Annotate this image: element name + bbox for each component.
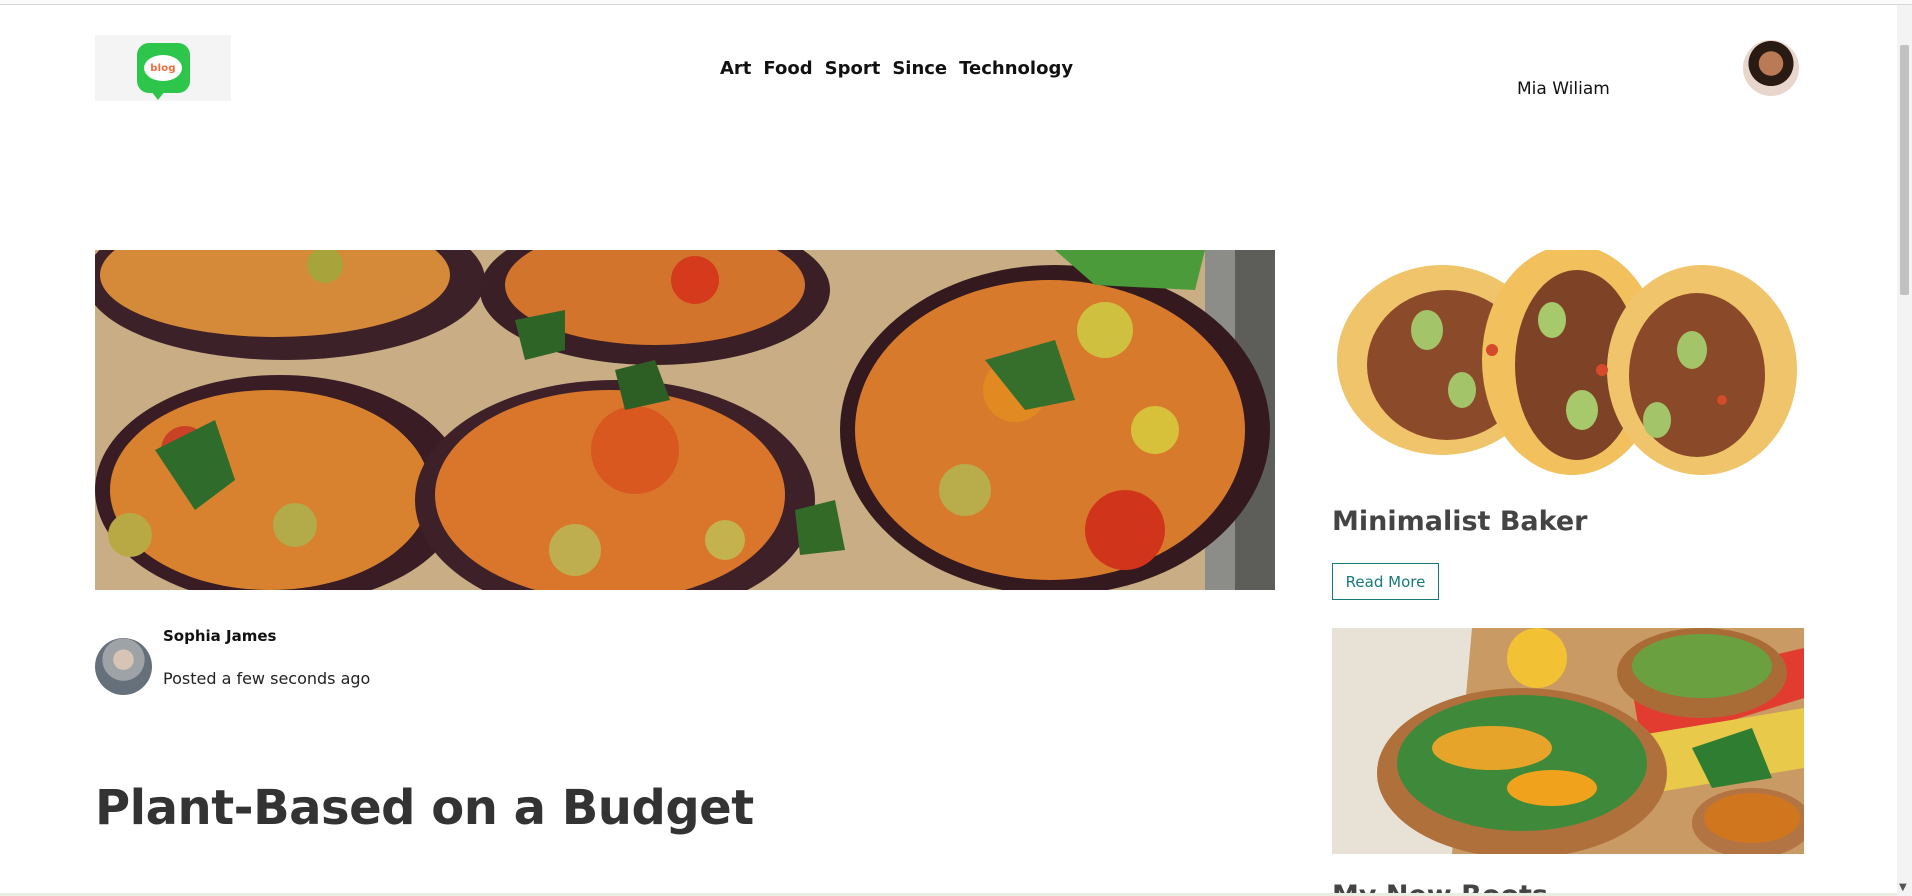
nav-item-since[interactable]: Since xyxy=(892,58,947,79)
author-name[interactable]: Sophia James xyxy=(163,627,276,645)
logo-text: blog xyxy=(144,55,182,81)
sidebar-card-image[interactable] xyxy=(1332,250,1804,476)
page-scrollbar[interactable]: ▼ xyxy=(1897,5,1912,896)
nav-item-food[interactable]: Food xyxy=(763,58,812,79)
eggplant-pizza-image xyxy=(95,250,1275,590)
sidebar-card-image-2[interactable] xyxy=(1332,628,1804,854)
tacos-image xyxy=(1332,250,1804,476)
scrollbar-thumb[interactable] xyxy=(1900,45,1909,295)
hero-image[interactable] xyxy=(95,250,1275,590)
sidebar-card-title[interactable]: Minimalist Baker xyxy=(1332,506,1588,537)
nav-item-sport[interactable]: Sport xyxy=(825,58,881,79)
author-avatar[interactable] xyxy=(95,638,152,695)
nav-item-technology[interactable]: Technology xyxy=(959,58,1073,79)
read-more-button[interactable]: Read More xyxy=(1332,563,1439,600)
post-title[interactable]: Plant-Based on a Budget xyxy=(95,780,754,836)
user-name[interactable]: Mia Wiliam xyxy=(1517,79,1610,99)
salad-bowl-image xyxy=(1332,628,1804,854)
post-timestamp: Posted a few seconds ago xyxy=(163,669,371,688)
browser-top-edge xyxy=(0,0,1912,5)
scroll-down-arrow-icon[interactable]: ▼ xyxy=(1899,882,1907,893)
nav-item-art[interactable]: Art xyxy=(720,58,751,79)
page: blog Art Food Sport Since Technology Mia… xyxy=(0,0,1912,896)
logo-chat-bubble-icon: blog xyxy=(136,43,190,100)
user-avatar[interactable] xyxy=(1743,40,1799,96)
logo[interactable]: blog xyxy=(95,35,231,101)
main-nav: Art Food Sport Since Technology xyxy=(720,58,1073,79)
